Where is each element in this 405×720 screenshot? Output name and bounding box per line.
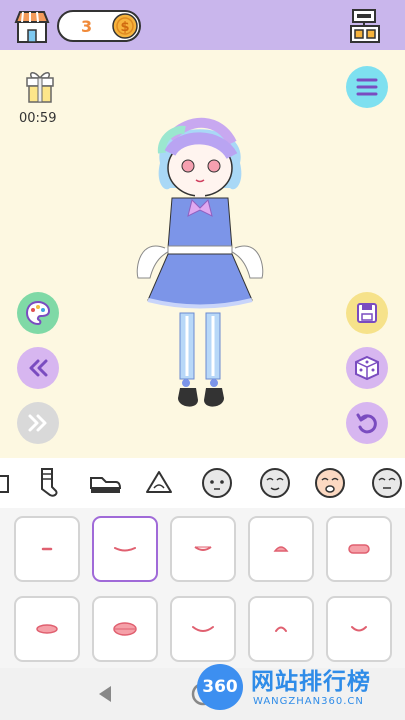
- mouth-options-grid: [0, 508, 405, 668]
- watermark-url: WANGZHAN360.CN: [253, 696, 364, 707]
- coin-symbol: $: [120, 20, 129, 35]
- gift-timer: 00:59: [19, 111, 57, 126]
- tab-mouth-face[interactable]: [256, 464, 294, 502]
- watermark-logo: 360: [197, 664, 243, 710]
- save-icon: [357, 303, 377, 323]
- rewind-icon: [29, 359, 48, 377]
- mouth-4-icon: [273, 546, 289, 552]
- mouth-option-10[interactable]: [326, 596, 392, 662]
- shop-icon[interactable]: [14, 8, 50, 44]
- undo-button[interactable]: [346, 402, 388, 444]
- mouth-2-icon: [114, 547, 136, 552]
- socks-icon: [41, 468, 58, 497]
- coin-count: 3: [81, 17, 93, 36]
- coin-balance[interactable]: 3 $: [57, 10, 141, 42]
- mouth-option-7[interactable]: [92, 596, 158, 662]
- mouth-option-3[interactable]: [170, 516, 236, 582]
- clear-room-icon[interactable]: [347, 8, 383, 44]
- tab-shoes[interactable]: [86, 464, 124, 502]
- mouth-3-icon: [194, 546, 212, 551]
- mouth-7-icon: [113, 622, 137, 636]
- mouth-option-9[interactable]: [248, 596, 314, 662]
- menu-icon: [356, 78, 378, 96]
- tab-socks[interactable]: [28, 464, 66, 502]
- dice-icon: [355, 355, 379, 381]
- mouth-option-8[interactable]: [170, 596, 236, 662]
- mouth-6-icon: [36, 624, 58, 634]
- gift-icon[interactable]: [24, 68, 56, 106]
- mouth-9-icon: [275, 626, 287, 632]
- skin-face-icon: [315, 468, 345, 498]
- watermark: 360 网站排行榜 WANGZHAN360.CN: [193, 660, 403, 718]
- face-icon: [202, 468, 232, 498]
- save-button[interactable]: [346, 292, 388, 334]
- fast-forward-icon: [28, 414, 47, 432]
- coin-icon: $: [112, 13, 138, 39]
- next-button[interactable]: [17, 402, 59, 444]
- menu-button[interactable]: [346, 66, 388, 108]
- category-tab-bar: [0, 458, 405, 508]
- character-stage: 00:59: [0, 50, 405, 458]
- undo-icon: [356, 413, 377, 434]
- mouth-option-1[interactable]: [14, 516, 80, 582]
- face-outline-icon: [372, 468, 402, 498]
- tab-face[interactable]: [198, 464, 236, 502]
- palette-button[interactable]: [17, 292, 59, 334]
- previous-button[interactable]: [17, 347, 59, 389]
- mouth-1-icon: [41, 547, 53, 551]
- mouth-8-icon: [192, 626, 214, 632]
- back-triangle-icon[interactable]: [96, 684, 116, 704]
- mouth-face-icon: [260, 468, 290, 498]
- shoes-icon: [90, 477, 122, 493]
- mouth-5-icon: [348, 544, 370, 554]
- tab-skin-face[interactable]: [311, 464, 349, 502]
- mouth-option-6[interactable]: [14, 596, 80, 662]
- partial-tab-icon: [0, 475, 9, 493]
- character-figure: [136, 117, 264, 407]
- top-bar: 3 $: [0, 0, 405, 50]
- mouth-option-4[interactable]: [248, 516, 314, 582]
- mouth-option-5[interactable]: [326, 516, 392, 582]
- tab-nose[interactable]: [140, 464, 178, 502]
- watermark-title: 网站排行榜: [251, 669, 371, 695]
- mouth-option-2[interactable]: [92, 516, 158, 582]
- tab-partial[interactable]: [0, 464, 16, 502]
- palette-icon: [25, 300, 51, 326]
- tab-face-outline[interactable]: [368, 464, 405, 502]
- random-button[interactable]: [346, 347, 388, 389]
- nose-icon: [146, 471, 172, 493]
- mouth-10-icon: [351, 626, 367, 632]
